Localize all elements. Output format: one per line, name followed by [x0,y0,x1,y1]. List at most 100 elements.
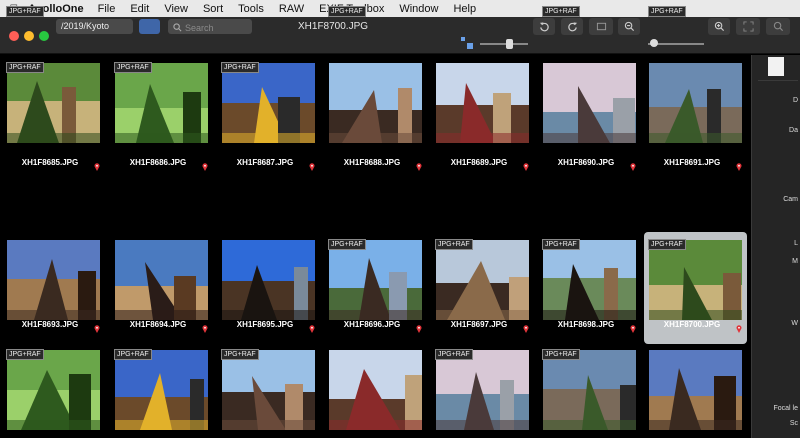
photo-thumbnail-cell[interactable]: JPG+RAF XH1F8690.JPG [538,6,641,171]
photo-thumbnail[interactable] [329,63,422,144]
jpg-raf-badge: JPG+RAF [221,349,259,360]
menu-tools[interactable]: Tools [238,3,264,15]
photo-thumbnail-cell[interactable] [644,342,747,432]
photo-thumbnail[interactable] [7,350,100,430]
location-pin-icon [523,320,529,333]
photo-thumbnail-cell[interactable]: XH1F8693.JPG [2,232,105,344]
zoom-out-button[interactable] [618,18,640,35]
folder-path-button[interactable]: /2019/Kyoto [56,19,133,34]
jpg-raf-badge: JPG+RAF [435,349,473,360]
photo-thumbnail[interactable] [115,63,208,148]
photo-thumbnail[interactable] [436,63,529,149]
photo-image [649,63,742,145]
photo-thumbnail[interactable] [222,63,315,153]
zoom-window-button[interactable] [39,31,49,41]
photo-thumbnail-cell[interactable]: JPG+RAF XH1F8688.JPG [324,6,427,171]
menu-help[interactable]: Help [453,3,476,15]
photo-image [115,240,208,332]
photo-thumbnail[interactable] [329,240,422,328]
location-pin-icon [416,158,422,171]
thumbnail-size-slider-track[interactable] [480,43,528,45]
zoom-slider-knob[interactable] [650,39,658,47]
photo-thumbnail-cell[interactable]: JPG+RAF XH1F8691.JPG [644,6,747,171]
photo-image [222,350,315,438]
photo-thumbnail-cell[interactable]: JPG+RAF [2,342,105,430]
rotate-right-icon [567,22,577,32]
photo-thumbnail-cell[interactable]: XH1F8695.JPG [217,232,320,344]
photo-thumbnail-cell[interactable]: XH1F8694.JPG [110,232,213,344]
grid-size-icon[interactable] [460,36,474,50]
menu-file[interactable]: File [98,3,116,15]
photo-thumbnail-cell[interactable]: JPG+RAF [110,342,213,435]
menu-window[interactable]: Window [399,3,438,15]
photo-thumbnail-cell[interactable]: JPG+RAF [431,342,534,436]
photo-thumbnail-cell[interactable]: JPG+RAF XH1F8696.JPG [324,232,427,344]
photo-thumbnail[interactable] [649,350,742,432]
photo-filename: XH1F8685.JPG [21,158,79,167]
photo-filename: XH1F8700.JPG [663,320,721,329]
rotate-left-icon [539,22,549,32]
inspector-field-label: Cam [783,196,798,203]
location-pin-icon [94,158,100,171]
jpg-raf-badge: JPG+RAF [328,6,366,17]
location-pin-icon [309,320,315,333]
photo-thumbnail-cell[interactable]: JPG+RAF XH1F8687.JPG [217,55,320,171]
minimize-window-button[interactable] [24,31,34,41]
photo-image [222,240,315,323]
photo-filename: XH1F8688.JPG [343,158,401,167]
menu-raw[interactable]: RAW [279,3,304,15]
window-title: XH1F8700.JPG [298,21,369,32]
photo-thumbnail-cell[interactable]: JPG+RAF XH1F8686.JPG [110,55,213,171]
photo-thumbnail[interactable] [649,63,742,145]
photo-filename: XH1F8691.JPG [663,158,721,167]
photo-thumbnail[interactable] [222,350,315,438]
location-pin-icon [523,158,529,171]
photo-thumbnail[interactable] [329,350,427,431]
location-pin-icon [630,320,636,333]
menu-edit[interactable]: Edit [130,3,149,15]
zoom-in-button[interactable] [708,18,730,35]
photo-thumbnail[interactable] [115,350,208,435]
fit-screen-button[interactable] [589,18,613,35]
fullscreen-button[interactable] [736,18,760,35]
inspector-divider [758,80,798,81]
view-mode-button[interactable] [139,19,160,34]
photo-thumbnail-cell[interactable] [324,342,427,431]
photo-thumbnail-cell[interactable]: JPG+RAF JPG+RAF XH1F8685.JPG [2,6,105,171]
photo-image [543,240,636,324]
photo-thumbnail[interactable] [222,240,315,323]
photo-thumbnail[interactable] [436,350,529,436]
thumbnail-size-slider-knob[interactable] [506,39,513,49]
photo-thumbnail-cell[interactable]: JPG+RAF XH1F8697.JPG [431,232,534,344]
jpg-raf-badge: JPG+RAF [648,239,686,250]
menu-view[interactable]: View [164,3,188,15]
photo-thumbnail[interactable] [436,240,531,333]
inspector-search-button[interactable] [766,18,790,35]
photo-filename: XH1F8694.JPG [129,320,187,329]
photo-thumbnail[interactable] [7,240,100,327]
photo-thumbnail[interactable] [649,240,742,329]
photo-thumbnail[interactable] [543,63,636,154]
photo-thumbnail[interactable] [7,63,100,143]
jpg-raf-badge: JPG+RAF [328,239,366,250]
jpg-raf-badge: JPG+RAF [542,6,580,17]
rotate-left-button[interactable] [533,18,555,35]
photo-filename: XH1F8686.JPG [129,158,187,167]
photo-thumbnail-cell[interactable]: JPG+RAF [538,342,641,438]
photo-thumbnail-cell[interactable]: XH1F8689.JPG [431,55,534,171]
photo-thumbnail[interactable] [543,240,636,324]
photo-filename: XH1F8689.JPG [450,158,508,167]
photo-thumbnail-cell[interactable]: JPG+RAF XH1F8698.JPG [538,232,641,344]
location-pin-icon [202,158,208,171]
close-window-button[interactable] [9,31,19,41]
photo-thumbnail[interactable] [115,240,208,332]
search-field[interactable]: Search [168,19,252,34]
inspector-field-label: L [794,240,798,247]
menu-sort[interactable]: Sort [203,3,223,15]
photo-image [649,350,742,432]
photo-thumbnail[interactable] [543,350,638,438]
photo-thumbnail-cell[interactable]: JPG+RAF [217,342,320,438]
rotate-right-button[interactable] [561,18,583,35]
photo-thumbnail-cell[interactable]: JPG+RAF XH1F8700.JPG [644,232,747,344]
search-placeholder: Search [185,22,214,33]
